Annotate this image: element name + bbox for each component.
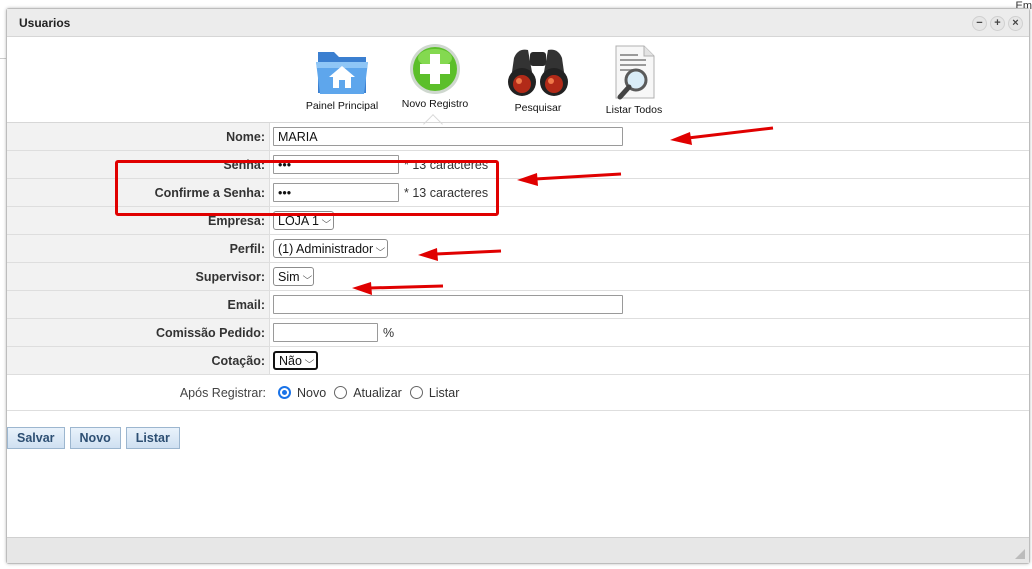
chevron-down-icon: ⌵	[321, 215, 332, 225]
supervisor-selected-value: Sim	[278, 269, 300, 284]
empresa-selected-value: LOJA 1	[278, 213, 319, 228]
confirme-senha-input[interactable]	[273, 183, 399, 202]
form-actions: Salvar Novo Listar	[7, 427, 180, 449]
radio-atualizar[interactable]: Atualizar	[334, 386, 402, 400]
toolbar-label: Listar Todos	[605, 104, 663, 116]
nome-label: Nome:	[7, 123, 270, 150]
comissao-label: Comissão Pedido:	[7, 319, 270, 346]
radio-atualizar-label: Atualizar	[353, 385, 402, 400]
form-row-senha: Senha: * 13 caracteres	[7, 151, 1029, 179]
binoculars-icon	[508, 49, 568, 96]
percent-unit: %	[383, 325, 395, 340]
comissao-input[interactable]	[273, 323, 378, 342]
toolbar-label: Pesquisar	[514, 102, 562, 114]
toolbar-label: Painel Principal	[305, 100, 379, 112]
radio-novo-label: Novo	[297, 385, 327, 400]
salvar-button[interactable]: Salvar	[7, 427, 65, 449]
supervisor-select[interactable]: Sim ⌵	[273, 267, 315, 286]
toolbar-painel-principal[interactable]: Painel Principal	[302, 42, 382, 112]
radio-listar-label: Listar	[428, 385, 460, 400]
senha-label: Senha:	[7, 151, 270, 178]
form-row-supervisor: Supervisor: Sim ⌵	[7, 263, 1029, 291]
close-button[interactable]: ×	[1008, 16, 1023, 31]
user-form: Nome: Senha: * 13 caracteres Confirme a …	[7, 122, 1029, 411]
cotacao-select[interactable]: Não ⌵	[273, 351, 318, 370]
toolbar-novo-registro[interactable]: Novo Registro	[395, 42, 475, 110]
add-circle-icon	[410, 44, 460, 94]
nome-input[interactable]	[273, 127, 623, 146]
perfil-select[interactable]: (1) Administrador ⌵	[273, 239, 389, 258]
toolbar-listar-todos[interactable]: Listar Todos	[594, 42, 674, 116]
radio-novo[interactable]: Novo	[278, 386, 326, 400]
cotacao-selected-value: Não	[279, 353, 302, 368]
window-statusbar	[7, 537, 1029, 563]
email-input[interactable]	[273, 295, 623, 314]
chevron-down-icon: ⌵	[304, 355, 315, 365]
chevron-down-icon: ⌵	[375, 243, 386, 253]
form-row-empresa: Empresa: LOJA 1 ⌵	[7, 207, 1029, 235]
resize-grip-icon[interactable]	[1015, 549, 1025, 559]
supervisor-label: Supervisor:	[7, 263, 270, 290]
radio-unchecked-icon	[334, 386, 348, 399]
minimize-button[interactable]: −	[972, 16, 987, 31]
confirme-senha-label: Confirme a Senha:	[7, 179, 270, 206]
window-titlebar[interactable]: Usuarios − + ×	[7, 9, 1029, 37]
home-folder-icon	[316, 52, 368, 94]
document-search-icon	[615, 45, 655, 100]
radio-checked-icon	[278, 386, 291, 399]
empresa-label: Empresa:	[7, 207, 270, 234]
email-label: Email:	[7, 291, 270, 318]
senha-hint: * 13 caracteres	[404, 157, 489, 172]
usuarios-window: Usuarios − + × Painel Principal Novo Reg…	[6, 8, 1030, 564]
form-row-email: Email:	[7, 291, 1029, 319]
radio-unchecked-icon	[409, 386, 423, 399]
radio-listar[interactable]: Listar	[409, 385, 460, 400]
toolbar: Painel Principal Novo Registro Pesquisar…	[7, 38, 1029, 134]
form-row-confirme-senha: Confirme a Senha: * 13 caracteres	[7, 179, 1029, 207]
apos-registrar-label: Após Registrar:	[7, 375, 270, 410]
empresa-select[interactable]: LOJA 1 ⌵	[273, 211, 334, 230]
window-controls: − + ×	[972, 16, 1023, 31]
form-row-apos-registrar: Após Registrar: Novo Atualizar Listar	[7, 375, 1029, 411]
maximize-button[interactable]: +	[990, 16, 1005, 31]
confirme-senha-hint: * 13 caracteres	[404, 185, 489, 200]
cotacao-label: Cotação:	[7, 347, 270, 374]
senha-input[interactable]	[273, 155, 399, 174]
chevron-down-icon: ⌵	[302, 271, 312, 281]
perfil-selected-value: (1) Administrador	[278, 241, 374, 256]
form-row-perfil: Perfil: (1) Administrador ⌵	[7, 235, 1029, 263]
form-row-nome: Nome:	[7, 123, 1029, 151]
perfil-label: Perfil:	[7, 235, 270, 262]
window-title: Usuarios	[19, 16, 71, 30]
novo-button[interactable]: Novo	[69, 427, 121, 449]
form-row-cotacao: Cotação: Não ⌵	[7, 347, 1029, 375]
toolbar-pesquisar[interactable]: Pesquisar	[498, 42, 578, 114]
listar-button[interactable]: Listar	[125, 427, 180, 449]
toolbar-label: Novo Registro	[401, 98, 469, 110]
form-row-comissao: Comissão Pedido: %	[7, 319, 1029, 347]
